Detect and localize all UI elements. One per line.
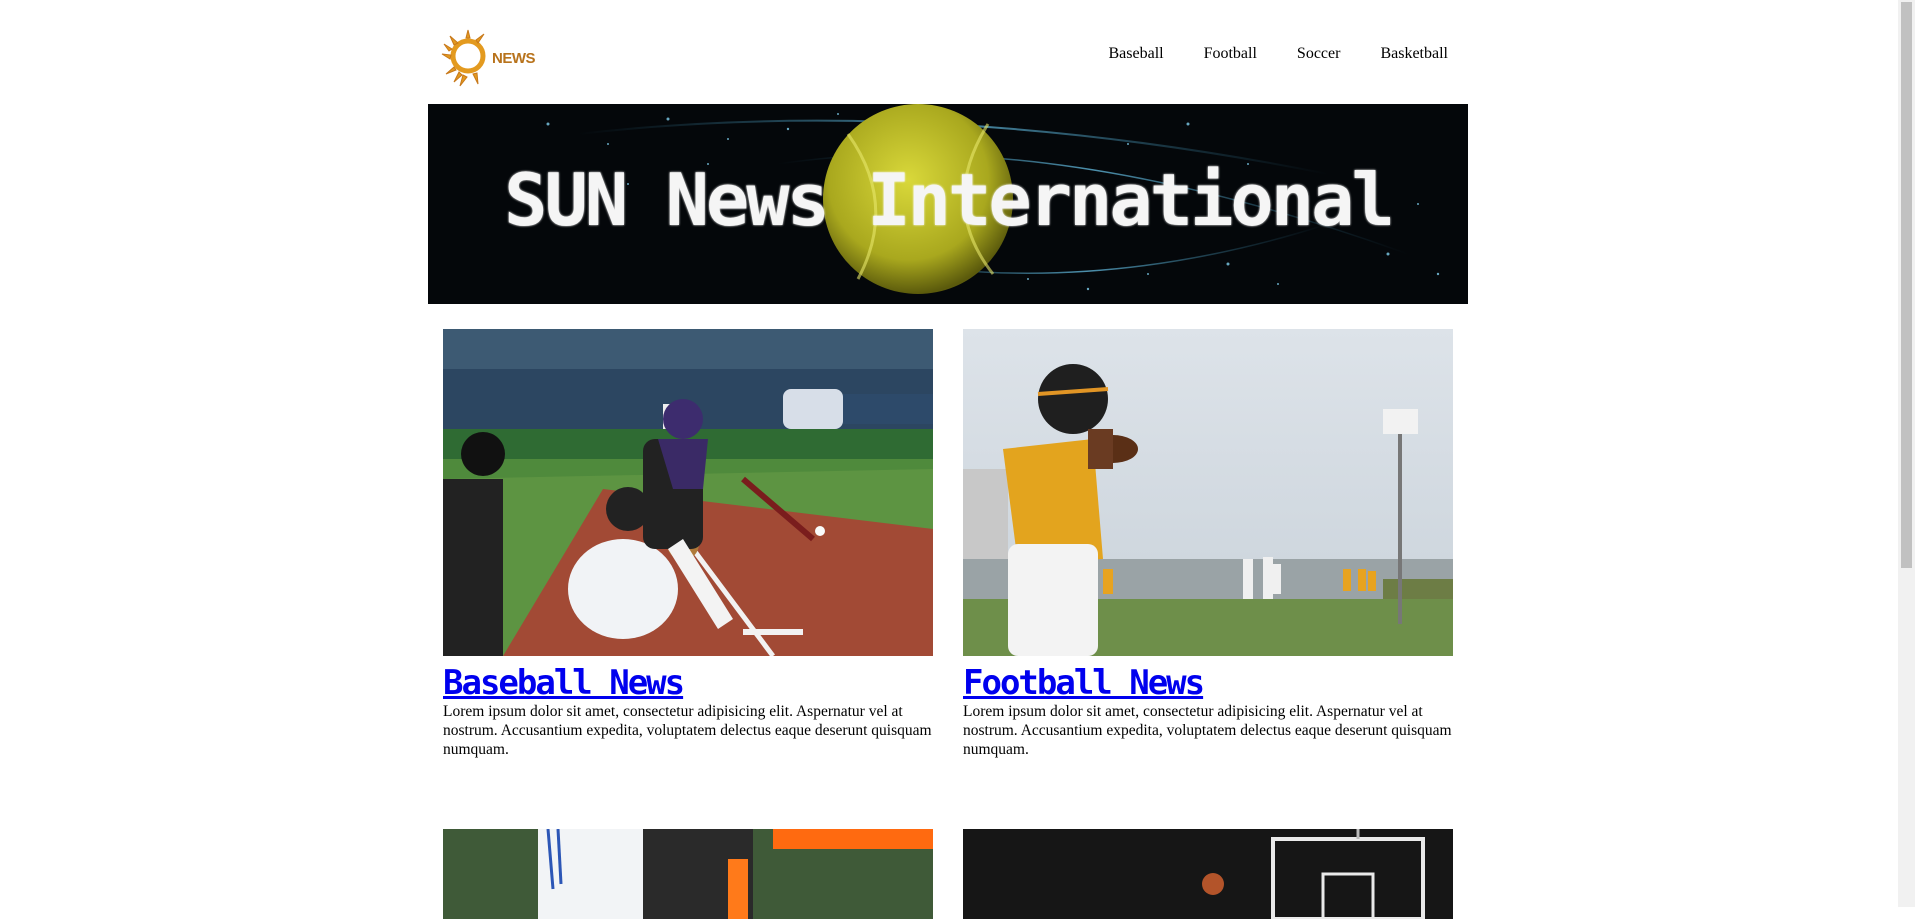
main-nav: Baseball Football Soccer Basketball — [1108, 45, 1448, 63]
article-card-baseball: Baseball News Lorem ipsum dolor sit amet… — [443, 329, 933, 759]
article-card-basketball — [963, 829, 1453, 919]
basketball-photo[interactable] — [963, 829, 1453, 919]
logo-text: NEWS — [492, 50, 536, 67]
article-card-football: Football News Lorem ipsum dolor sit amet… — [963, 329, 1453, 759]
baseball-news-link[interactable]: Baseball News — [443, 663, 685, 703]
banner-title: SUN News International — [504, 158, 1395, 242]
site-header: NEWS Baseball Football Soccer Basketball — [428, 0, 1468, 104]
nav-football[interactable]: Football — [1204, 45, 1257, 63]
nav-soccer[interactable]: Soccer — [1297, 45, 1341, 63]
card-text: Lorem ipsum dolor sit amet, consectetur … — [963, 703, 1452, 758]
card-title: Baseball News — [443, 664, 933, 702]
hero-banner: SUN News International — [428, 104, 1468, 304]
baseball-photo[interactable] — [443, 329, 933, 656]
article-card-soccer — [443, 829, 933, 919]
scrollbar-thumb[interactable] — [1901, 2, 1912, 568]
sun-news-logo-icon[interactable]: NEWS — [436, 24, 536, 94]
nav-basketball[interactable]: Basketball — [1380, 45, 1448, 63]
football-photo[interactable] — [963, 329, 1453, 656]
page-scrollbar[interactable] — [1898, 0, 1915, 907]
card-text: Lorem ipsum dolor sit amet, consectetur … — [443, 703, 932, 758]
football-news-link[interactable]: Football News — [963, 663, 1205, 703]
soccer-photo[interactable] — [443, 829, 933, 919]
nav-baseball[interactable]: Baseball — [1108, 45, 1163, 63]
card-title: Football News — [963, 664, 1453, 702]
